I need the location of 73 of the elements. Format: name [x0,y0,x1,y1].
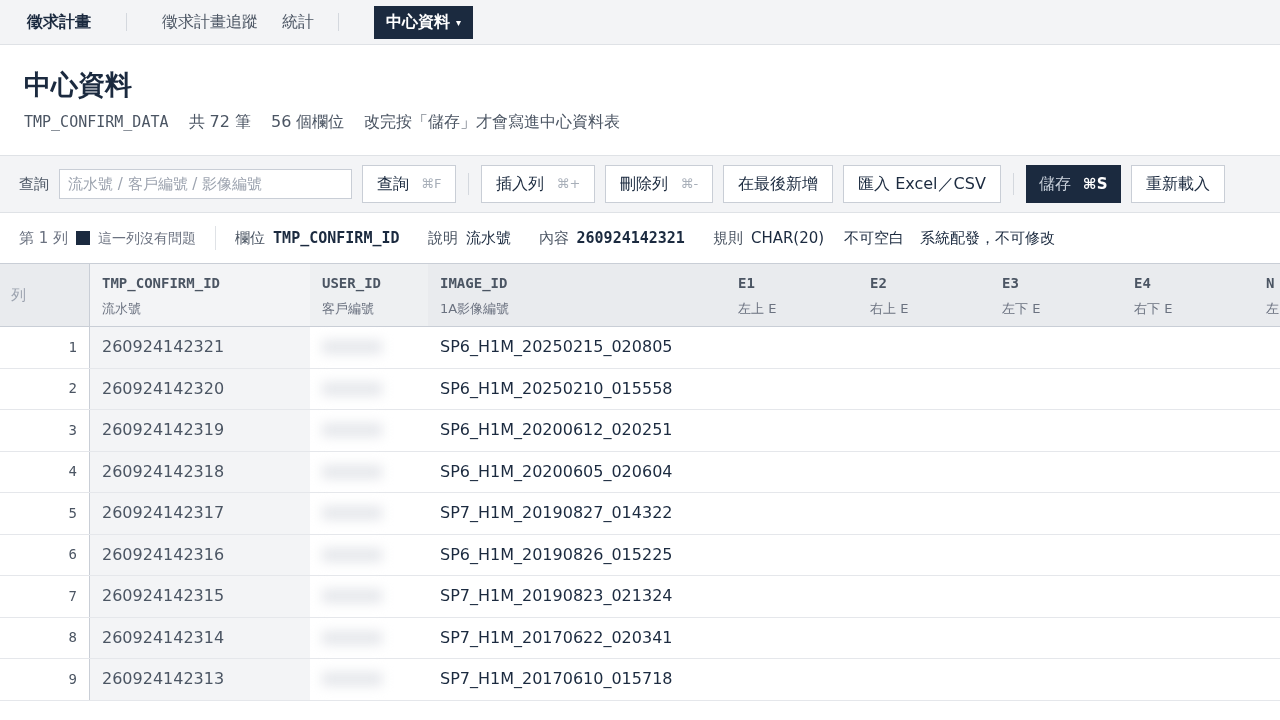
row-count: 共 72 筆 [188,111,252,133]
status-text: 這一列沒有問題 [98,228,197,248]
nav-tab[interactable]: 徵求計畫追蹤 [162,10,258,34]
column-description: 右上 E [870,300,910,318]
column-description: 左 [1266,300,1280,318]
field-count: 56 個欄位 [271,111,345,133]
table-cell[interactable]: 260924142314 [90,617,310,658]
row-number: 9 [68,669,77,689]
column-description: 左上 E [738,300,778,318]
info-label: 說明 [427,227,458,249]
nav-tab[interactable]: 中心資料 ▾ [374,5,474,39]
row-number: 2 [68,379,77,399]
column-name: USER_ID [322,274,382,294]
brand-title: 徵求計畫 [27,11,91,33]
column-header[interactable]: E2 右上 E [858,264,990,326]
row-header: 列 [11,284,26,306]
toolbar-button[interactable]: 插入列 ⌘+ [481,165,596,203]
info-label: 內容 [538,227,569,249]
info-value: TMP_CONFIRM_ID [273,227,400,249]
column-header[interactable]: E1 左上 E [726,264,858,326]
toolbar-button[interactable]: 查詢 ⌘F [362,165,457,203]
table-cell[interactable]: 260924142320 [90,368,310,409]
column-description: 左下 E [1002,300,1042,318]
page-title: 中心資料 [24,68,133,102]
table-cell[interactable]: 260924142317 [90,493,310,534]
row-number: 3 [68,420,77,440]
column-description: 1A影像編號 [440,300,511,318]
column-name: E4 [1134,274,1152,293]
column-header[interactable]: TMP_CONFIRM_ID 流水號 [90,264,310,326]
constraint-text: 不可空白 [844,227,905,249]
table-cell[interactable]: 260924142318 [90,451,310,492]
table-cell[interactable]: 260924142315 [90,576,310,617]
row-number: 7 [68,586,77,606]
column-name: IMAGE_ID [440,274,509,294]
save-note: 改完按「儲存」才會寫進中心資料表 [364,111,621,133]
row-number: 6 [68,545,77,565]
info-label: 欄位 [235,227,266,249]
constraint-text: 系統配發，不可修改 [920,227,1056,249]
table-cell[interactable]: 260924142319 [90,410,310,451]
column-name: N [1266,274,1276,293]
table-cell[interactable]: 260924142313 [90,659,310,700]
table-cell[interactable]: 260924142316 [90,534,310,575]
column-header[interactable]: N 左 [1254,264,1280,326]
nav-tab[interactable]: 統計 [282,10,314,34]
column-header[interactable]: USER_ID 客戶編號 [310,264,428,326]
column-name: TMP_CONFIRM_ID [102,274,221,294]
column-header[interactable]: IMAGE_ID 1A影像編號 [428,264,726,326]
column-description: 客戶編號 [322,300,375,318]
row-number: 4 [68,462,77,482]
column-header[interactable]: E4 右下 E [1122,264,1254,326]
row-number: 1 [68,337,77,357]
rule-value: CHAR(20) [750,227,825,249]
info-label: 規則 [712,227,743,249]
table-name: TMP_CONFIRM_DATA [24,111,169,133]
search-field[interactable]: 流水號 / 客戶編號 / 影像編號 [59,169,352,199]
column-name: E2 [870,274,888,293]
row-indicator: 第 1 列 [19,227,69,249]
toolbar-button[interactable]: 刪除列 ⌘- [605,165,714,203]
info-value: 260924142321 [576,227,685,249]
toolbar-button[interactable]: 重新載入 [1130,165,1225,203]
column-name: E3 [1002,274,1020,293]
row-number: 5 [68,503,77,523]
toolbar-button[interactable]: 匯入 Excel／CSV [843,165,1001,203]
table-cell[interactable]: 260924142321 [90,327,310,368]
column-name: E1 [738,274,756,293]
toolbar-button[interactable]: 在最後新增 [723,165,834,203]
row-number: 8 [68,628,77,648]
column-description: 流水號 [102,300,142,318]
column-description: 右下 E [1134,300,1174,318]
search-label: 查詢 [19,173,49,195]
column-header[interactable]: E3 左下 E [990,264,1122,326]
save-button[interactable]: 儲存 ⌘S [1025,165,1121,203]
info-value: 流水號 [465,227,511,249]
